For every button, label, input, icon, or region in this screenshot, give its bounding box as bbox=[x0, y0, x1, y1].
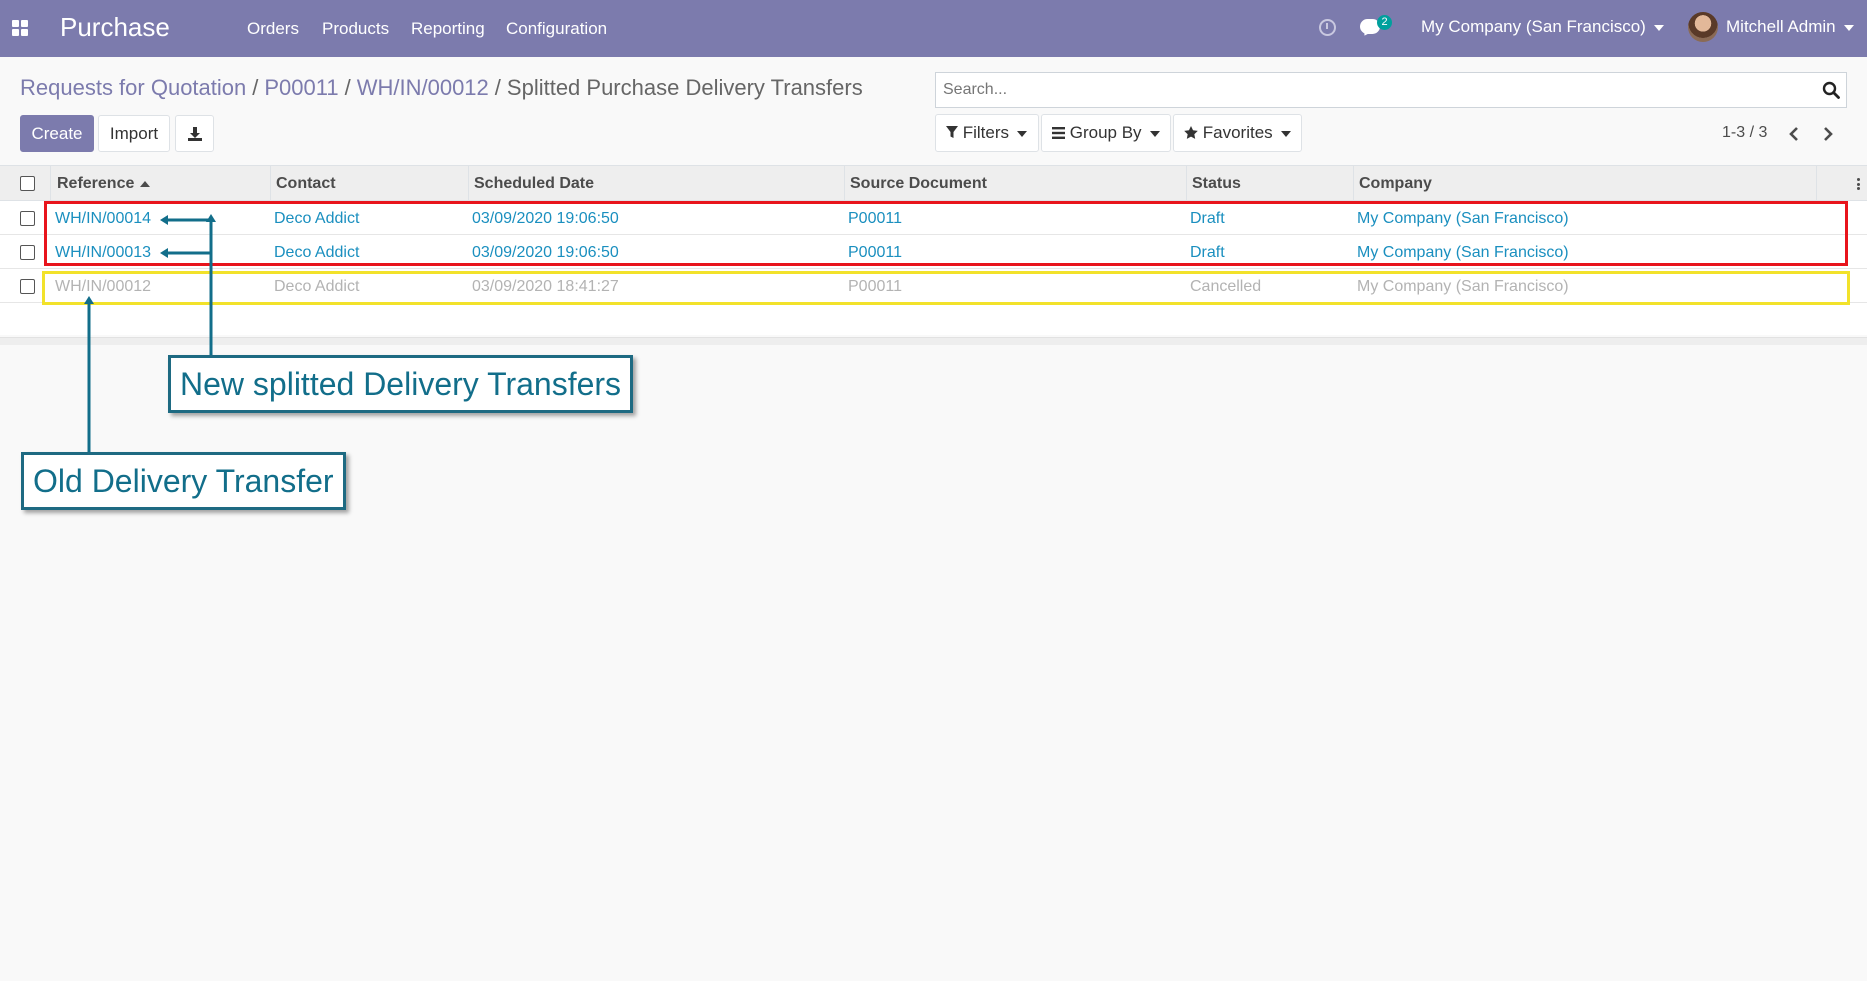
arrowhead-icon bbox=[206, 214, 216, 222]
old-transfer-callout: Old Delivery Transfer bbox=[21, 452, 346, 510]
arrow-new-14 bbox=[166, 218, 213, 355]
arrowhead-icon bbox=[160, 248, 168, 258]
arrowhead-icon bbox=[160, 215, 168, 225]
new-transfers-callout: New splitted Delivery Transfers bbox=[168, 355, 634, 413]
arrowhead-icon bbox=[84, 296, 94, 304]
